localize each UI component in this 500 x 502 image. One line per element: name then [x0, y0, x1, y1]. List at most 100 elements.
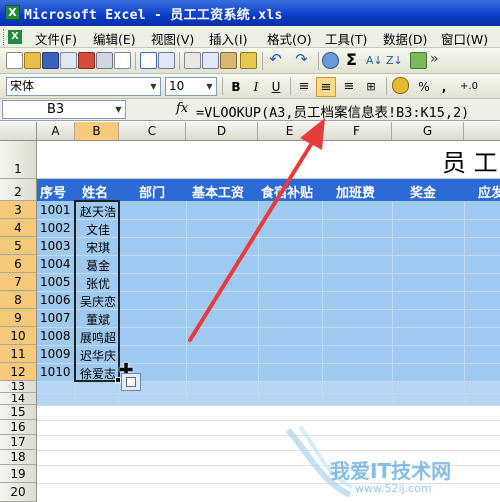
select-all-corner[interactable] — [0, 122, 37, 141]
row-header-12[interactable]: 12 — [0, 363, 37, 381]
redo-icon[interactable]: ↷ — [293, 52, 310, 69]
formula-input[interactable]: =VLOOKUP(A3,员工档案信息表!B3:K15,2) — [196, 101, 469, 121]
menu-tools[interactable]: 工具(T) — [325, 29, 367, 48]
font-size-combo[interactable]: 10 ▼ — [165, 77, 217, 96]
merge-center-icon[interactable]: ⊞ — [361, 77, 381, 97]
column-header-d[interactable]: D — [186, 122, 258, 141]
sort-descending-icon[interactable]: Z↓ — [386, 52, 403, 69]
row-header-8[interactable]: 8 — [0, 291, 37, 309]
undo-icon[interactable]: ↶ — [267, 52, 284, 69]
row-header-9[interactable]: 9 — [0, 309, 37, 327]
row-header-14[interactable]: 14 — [0, 393, 37, 405]
comma-style-button[interactable]: , — [434, 77, 454, 97]
menu-file[interactable]: 文件(F) — [35, 29, 77, 48]
column-header-h[interactable] — [464, 122, 500, 141]
menu-data[interactable]: 数据(D) — [383, 29, 427, 48]
menu-edit[interactable]: 编辑(E) — [93, 29, 136, 48]
chevron-down-icon[interactable]: ▼ — [112, 101, 125, 118]
menu-window[interactable]: 窗口(W) — [441, 29, 488, 48]
menu-view[interactable]: 视图(V) — [151, 29, 194, 48]
excel-doc-icon[interactable]: X — [8, 30, 22, 44]
title-row: 员 工 — [37, 141, 500, 179]
font-name-combo[interactable]: 宋体 ▼ — [6, 77, 161, 96]
header-base-salary: 基本工资 — [192, 186, 245, 201]
window-title: Microsoft Excel - 员工工资系统.xls — [24, 8, 283, 23]
row-header-15[interactable]: 15 — [0, 405, 37, 420]
row-header-2[interactable]: 2 — [0, 179, 37, 201]
row-header-16[interactable]: 16 — [0, 420, 37, 435]
column-header-f[interactable]: F — [322, 122, 392, 141]
watermark-text: 我爱IT技术网 — [330, 459, 452, 483]
header-bonus: 奖金 — [410, 186, 437, 201]
name-box-value: B3 — [47, 102, 65, 117]
cell-a11[interactable]: 1009 — [40, 347, 71, 361]
paste-icon[interactable] — [220, 52, 237, 69]
cut-icon[interactable] — [184, 52, 201, 69]
column-header-b[interactable]: B — [75, 122, 119, 141]
print-preview-icon[interactable] — [114, 52, 131, 69]
spelling-icon[interactable] — [140, 52, 157, 69]
print-icon[interactable] — [96, 52, 113, 69]
underline-button[interactable]: U — [266, 77, 286, 97]
row-header-3[interactable]: 3 — [0, 201, 37, 219]
row-header-1[interactable]: 1 — [0, 141, 37, 179]
column-header-a[interactable]: A — [37, 122, 75, 141]
menu-insert[interactable]: 插入(I) — [209, 29, 247, 48]
align-left-icon[interactable]: ≡ — [294, 77, 314, 97]
toolbar-options-icon[interactable]: » — [430, 52, 447, 69]
currency-icon[interactable] — [392, 77, 409, 94]
column-header-c[interactable]: C — [119, 122, 186, 141]
format-painter-icon[interactable] — [240, 52, 257, 69]
auto-fill-options-button[interactable] — [121, 373, 141, 391]
cell-a3[interactable]: 1001 — [40, 203, 71, 217]
cell-a4[interactable]: 1002 — [40, 221, 71, 235]
row-header-4[interactable]: 4 — [0, 219, 37, 237]
open-icon[interactable] — [24, 52, 41, 69]
autosum-icon[interactable]: Σ — [343, 52, 360, 69]
chevron-down-icon[interactable]: ▼ — [147, 78, 160, 95]
align-center-icon[interactable]: ≡ — [316, 77, 336, 97]
cell-a10[interactable]: 1008 — [40, 329, 71, 343]
permission-icon[interactable] — [60, 52, 77, 69]
cell-a5[interactable]: 1003 — [40, 239, 71, 253]
cell-a9[interactable]: 1007 — [40, 311, 71, 325]
email-icon[interactable] — [78, 52, 95, 69]
row-header-5[interactable]: 5 — [0, 237, 37, 255]
save-icon[interactable] — [42, 52, 59, 69]
menu-format[interactable]: 格式(O) — [267, 29, 312, 48]
sort-ascending-icon[interactable]: A↓ — [366, 52, 383, 69]
bold-button[interactable]: B — [226, 77, 246, 97]
align-right-icon[interactable]: ≡ — [339, 77, 359, 97]
row-header-6[interactable]: 6 — [0, 255, 37, 273]
row-header-10[interactable]: 10 — [0, 327, 37, 345]
copy-icon[interactable] — [202, 52, 219, 69]
cell-a6[interactable]: 1004 — [40, 257, 71, 271]
italic-button[interactable]: I — [246, 77, 266, 97]
cell-a12[interactable]: 1010 — [40, 365, 71, 379]
row-header-19[interactable]: 19 — [0, 465, 37, 483]
row-header-18[interactable]: 18 — [0, 450, 37, 465]
chevron-down-icon[interactable]: ▼ — [203, 78, 216, 95]
row-header-11[interactable]: 11 — [0, 345, 37, 363]
header-overtime: 加班费 — [336, 186, 376, 201]
sheet-title: 员 工 — [442, 149, 498, 177]
new-icon[interactable] — [6, 52, 23, 69]
title-bar: X Microsoft Excel - 员工工资系统.xls — [0, 0, 500, 26]
percent-button[interactable]: % — [414, 77, 434, 97]
cell-a8[interactable]: 1006 — [40, 293, 71, 307]
insert-function-button[interactable]: fx — [176, 101, 188, 116]
name-box[interactable]: B3 ▼ — [2, 100, 126, 119]
research-icon[interactable] — [158, 52, 175, 69]
hyperlink-icon[interactable] — [322, 52, 339, 69]
menu-bar: X 文件(F) 编辑(E) 视图(V) 插入(I) 格式(O) 工具(T) 数据… — [0, 26, 500, 48]
column-header-e[interactable]: E — [258, 122, 322, 141]
row-header-17[interactable]: 17 — [0, 435, 37, 450]
font-name-value: 宋体 — [10, 79, 35, 93]
increase-decimal-button[interactable]: +.0 — [456, 77, 482, 97]
row-header-7[interactable]: 7 — [0, 273, 37, 291]
row-header-20[interactable]: 20 — [0, 483, 37, 502]
chart-wizard-icon[interactable] — [410, 52, 427, 69]
column-header-g[interactable]: G — [392, 122, 464, 141]
standard-toolbar: ↶ ↷ Σ A↓ Z↓ » — [0, 48, 500, 74]
cell-a7[interactable]: 1005 — [40, 275, 71, 289]
